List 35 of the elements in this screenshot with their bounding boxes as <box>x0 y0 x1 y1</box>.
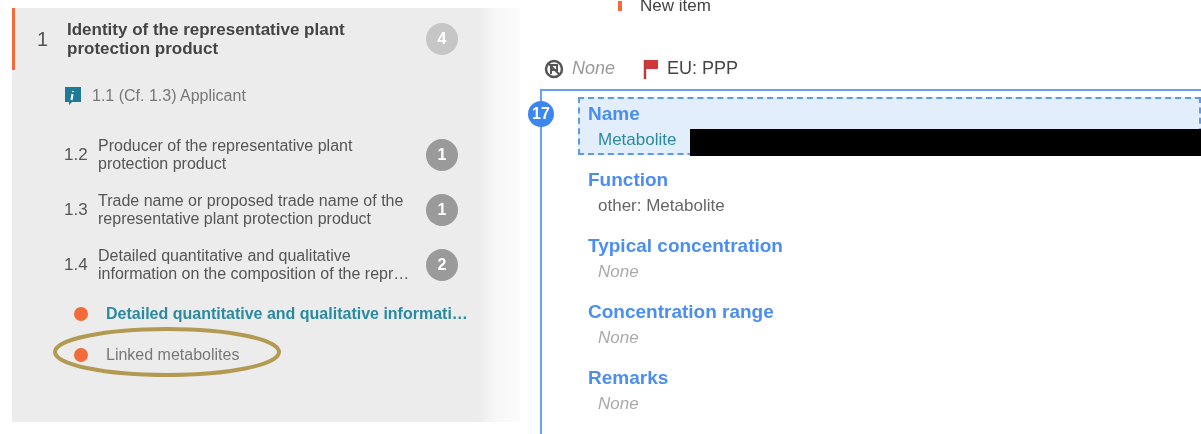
section-number: 1 <box>37 27 50 51</box>
subsection-title: Detailed quantitative and qualitative information on the composition of the repr… <box>98 247 411 283</box>
status-text: None <box>572 58 616 79</box>
field-value: Metabolite <box>597 130 677 150</box>
flag-icon <box>643 58 660 79</box>
status-icon <box>544 58 564 79</box>
section-title: Identity of the representative plant protection product <box>67 20 346 58</box>
count-badge: 1 <box>426 194 458 226</box>
field-label: Function <box>588 169 669 191</box>
count-badge: 4 <box>426 23 458 55</box>
section-number: 1.2 <box>64 145 89 165</box>
info-icon <box>64 86 82 106</box>
field-label: Name <box>588 103 640 125</box>
section-number: 1.3 <box>64 200 89 220</box>
field-value: None <box>597 394 639 414</box>
sidebar-subsection[interactable]: 1.4 Detailed quantitative and qualitative information on the composition of the repr… 2 <box>12 238 478 293</box>
field-value: None <box>597 328 639 348</box>
sidebar-link[interactable]: Detailed quantitative and qualitative informati… <box>106 305 468 323</box>
index-badge: 17 <box>528 101 554 127</box>
field-label: Typical concentration <box>588 235 783 257</box>
flag-label: EU: PPP <box>667 58 739 79</box>
marker-icon <box>618 1 622 11</box>
field-value: None <box>597 262 639 282</box>
sidebar-subsection[interactable]: 1.3 Trade name or proposed trade name of the representative plant protection product 1 <box>12 183 478 238</box>
sidebar-subsection[interactable]: 1.2 Producer of the representative plant protection product 1 <box>12 128 478 183</box>
subsection-title: Producer of the representative plant protection product <box>98 137 354 173</box>
field-value: other: Metabolite <box>597 196 725 216</box>
sidebar-item[interactable]: 1.1 (Cf. 1.3) Applicant <box>92 87 246 105</box>
subsection-title: Trade name or proposed trade name of the representative plant protection product <box>98 192 405 228</box>
section-number: 1.4 <box>64 255 89 275</box>
count-badge: 1 <box>426 139 458 171</box>
field-label: Concentration range <box>588 301 774 323</box>
field-label: Remarks <box>588 367 669 389</box>
selected-field[interactable]: Name Metabolite <box>578 97 1201 155</box>
count-badge: 2 <box>426 249 458 281</box>
